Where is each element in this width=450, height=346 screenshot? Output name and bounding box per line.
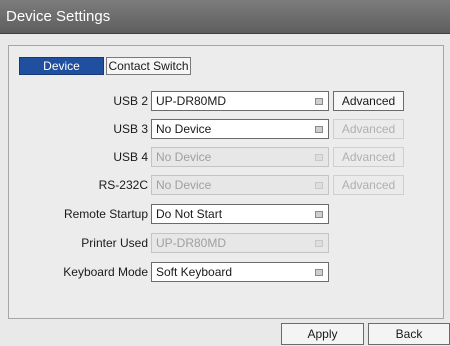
remote-startup-value: Do Not Start [156,207,223,221]
rs232c-label: RS-232C [98,178,148,192]
tab-contact-switch[interactable]: Contact Switch [106,57,191,75]
usb3-advanced-button: Advanced [333,119,404,139]
usb2-select[interactable]: UP-DR80MD [151,91,329,111]
usb4-select: No Device [151,147,329,167]
dropdown-icon [315,269,323,276]
keyboard-mode-value: Soft Keyboard [156,265,233,279]
window-title: Device Settings [6,8,111,25]
usb4-advanced-button: Advanced [333,147,404,167]
title-bar: Device Settings [0,0,450,34]
usb3-select[interactable]: No Device [151,119,329,139]
keyboard-mode-label: Keyboard Mode [63,265,148,279]
usb3-value: No Device [156,122,212,136]
usb2-value: UP-DR80MD [156,94,227,108]
dropdown-icon [315,240,323,247]
rs232c-advanced-button: Advanced [333,175,404,195]
dropdown-icon [315,154,323,161]
printer-used-value: UP-DR80MD [156,236,227,250]
dropdown-icon [315,126,323,133]
remote-startup-select[interactable]: Do Not Start [151,204,329,224]
dropdown-icon [315,182,323,189]
keyboard-mode-select[interactable]: Soft Keyboard [151,262,329,282]
dropdown-icon [315,98,323,105]
usb4-value: No Device [156,150,212,164]
dropdown-icon [315,211,323,218]
usb3-label: USB 3 [113,122,148,136]
rs232c-value: No Device [156,178,212,192]
tab-device[interactable]: Device [19,57,104,75]
apply-button[interactable]: Apply [281,323,364,345]
printer-used-select: UP-DR80MD [151,233,329,253]
remote-startup-label: Remote Startup [63,207,148,221]
back-button[interactable]: Back [368,323,450,345]
usb2-advanced-button[interactable]: Advanced [333,91,404,111]
usb4-label: USB 4 [113,150,148,164]
printer-used-label: Printer Used [81,236,148,250]
usb2-label: USB 2 [113,94,148,108]
rs232c-select: No Device [151,175,329,195]
